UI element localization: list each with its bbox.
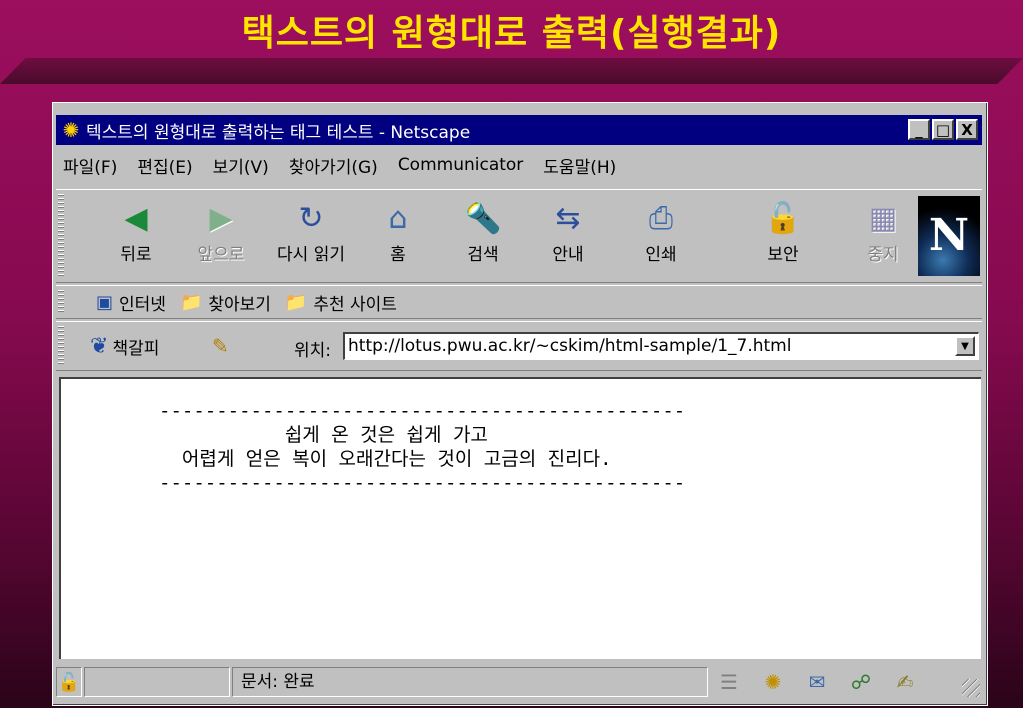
menu-edit[interactable]: 편집(E): [137, 153, 192, 178]
netscape-app-icon[interactable]: ✺: [60, 118, 82, 142]
grip-icon: ☰: [720, 670, 738, 694]
guide-button-label: 안내: [552, 245, 584, 265]
home-button-label: 홈: [390, 245, 406, 265]
url-dropdown-button[interactable]: ▼: [955, 336, 975, 356]
stop-button-label: 중지: [867, 245, 899, 265]
menu-file[interactable]: 파일(F): [63, 153, 117, 178]
back-button-label: 뒤로: [120, 245, 152, 265]
menu-view[interactable]: 보기(V): [213, 153, 269, 178]
preformatted-text: ----------------------------------------…: [159, 400, 686, 494]
stop-button[interactable]: ▦ 중지: [848, 198, 918, 276]
bookmarks-button[interactable]: ❦ 책갈피: [90, 334, 159, 359]
mail-icon[interactable]: ✉: [802, 670, 832, 694]
home-icon: ⌂: [388, 201, 408, 236]
guide-button[interactable]: ⇆ 안내: [533, 198, 603, 276]
print-button-label: 인쇄: [645, 245, 677, 265]
slide-title: 택스트의 원형대로 출력(실행결과): [241, 13, 782, 54]
page-content[interactable]: ----------------------------------------…: [59, 377, 981, 659]
security-button-label: 보안: [767, 245, 799, 265]
minimize-button[interactable]: _: [908, 119, 930, 140]
menu-bar: 파일(F) 편집(E) 보기(V) 찾아가기(G) Communicator 도…: [63, 151, 616, 179]
page-proxy-icon[interactable]: ✎: [212, 334, 229, 358]
status-bar: 🔓 문서: 완료 ☰ ✺ ✉ ☍ ✍: [56, 663, 982, 701]
location-toolbar: ❦ 책갈피 ✎ 위치: http://lotus.pwu.ac.kr/~cski…: [56, 321, 982, 371]
print-icon: ⎙: [649, 201, 673, 236]
search-button[interactable]: 🔦 검색: [448, 198, 518, 276]
location-label: 위치:: [294, 341, 332, 361]
toolbar-grip[interactable]: [58, 194, 64, 278]
personal-item-lookup[interactable]: 📁 찾아보기: [180, 290, 271, 315]
resize-grip[interactable]: [962, 679, 980, 697]
window-titlebar[interactable]: ✺ 텍스트의 원형대로 출력하는 태그 테스트 - Netscape _ □ X: [56, 115, 982, 145]
close-button[interactable]: X: [956, 119, 978, 140]
search-icon: 🔦: [464, 201, 502, 236]
print-button[interactable]: ⎙ 인쇄: [626, 198, 696, 276]
forward-button[interactable]: ▶ 앞으로: [186, 198, 256, 276]
security-button[interactable]: 🔓 보안: [748, 198, 818, 276]
guide-icon: ⇆: [555, 201, 581, 236]
progress-bar: [84, 667, 230, 697]
url-input[interactable]: http://lotus.pwu.ac.kr/~cskim/html-sampl…: [343, 332, 979, 360]
personal-item-recommended[interactable]: 📁 추천 사이트: [285, 290, 397, 315]
back-button[interactable]: ◀ 뒤로: [101, 198, 171, 276]
reload-button[interactable]: ↻ 다시 읽기: [276, 198, 346, 276]
window-title: 텍스트의 원형대로 출력하는 태그 테스트 - Netscape: [86, 122, 471, 143]
menu-communicator[interactable]: Communicator: [398, 155, 523, 175]
navigation-toolbar: ◀ 뒤로 ▶ 앞으로 ↻ 다시 읽기 ⌂ 홈 🔦 검색 ⇆ 안내 ⎙ 인쇄 🔓: [56, 189, 982, 283]
menu-help[interactable]: 도움말(H): [543, 153, 616, 178]
search-button-label: 검색: [467, 245, 499, 265]
navigator-icon[interactable]: ✺: [758, 670, 788, 694]
discussion-icon[interactable]: ☍: [846, 670, 876, 694]
title-underline-decor: [0, 58, 1023, 84]
security-icon: 🔓: [764, 201, 802, 236]
composer-icon[interactable]: ✍: [890, 670, 920, 694]
forward-button-label: 앞으로: [197, 245, 245, 265]
back-arrow-icon: ◀: [124, 201, 148, 236]
home-button[interactable]: ⌂ 홈: [363, 198, 433, 276]
reload-button-label: 다시 읽기: [277, 245, 345, 265]
bookmark-page-icon: ▣: [96, 291, 114, 313]
personal-toolbar: ▣ 인터넷 📁 찾아보기 📁 추천 사이트: [56, 285, 982, 319]
forward-arrow-icon: ▶: [209, 201, 233, 236]
bookmarks-label: 책갈피: [112, 339, 160, 359]
personal-item-label: 인터넷: [119, 294, 166, 315]
folder-icon: 📁: [284, 291, 308, 313]
status-text: 문서: 완료: [232, 667, 708, 697]
browser-window: ✺ 텍스트의 원형대로 출력하는 태그 테스트 - Netscape _ □ X…: [52, 102, 988, 706]
netscape-logo[interactable]: N: [918, 196, 980, 276]
menu-go[interactable]: 찾아가기(G): [289, 153, 378, 178]
toolbar-grip[interactable]: [58, 290, 64, 314]
personal-item-label: 추천 사이트: [313, 294, 397, 315]
maximize-button[interactable]: □: [932, 119, 954, 140]
bookmarks-icon: ❦: [90, 334, 109, 359]
reload-icon: ↻: [298, 201, 324, 236]
folder-icon: 📁: [179, 291, 203, 313]
component-bar: ☰ ✺ ✉ ☍ ✍: [714, 670, 920, 694]
security-lock-icon[interactable]: 🔓: [56, 667, 82, 697]
stop-icon: ▦: [868, 201, 898, 236]
url-text: http://lotus.pwu.ac.kr/~cskim/html-sampl…: [348, 336, 792, 356]
toolbar-grip[interactable]: [58, 326, 64, 366]
personal-item-label: 찾아보기: [208, 294, 271, 315]
personal-item-internet[interactable]: ▣ 인터넷: [96, 290, 166, 315]
